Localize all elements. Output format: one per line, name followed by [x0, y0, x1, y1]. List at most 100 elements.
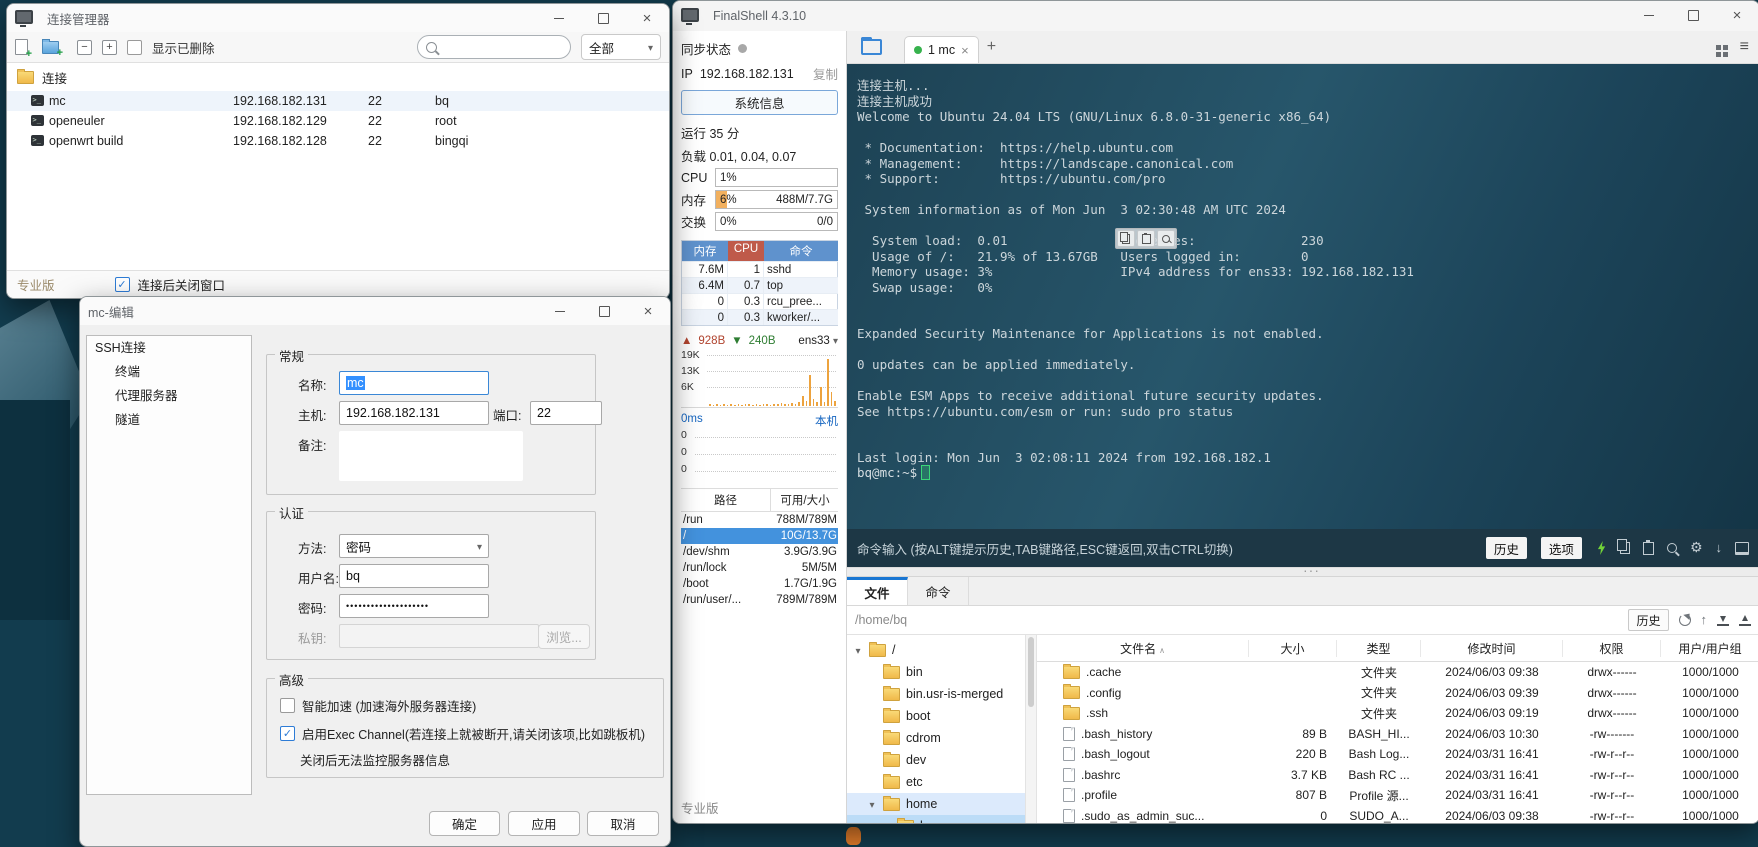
tree-item-bq[interactable]: bq: [847, 815, 1025, 823]
show-deleted-checkbox[interactable]: [127, 40, 142, 55]
smart-accel-checkbox[interactable]: [280, 698, 295, 713]
disk-row[interactable]: /dev/shm3.9G/3.9G: [681, 544, 838, 560]
process-table[interactable]: 内存CPU命令7.6M1sshd6.4M0.7top00.3rcu_pree..…: [681, 240, 838, 326]
file-column-header-2[interactable]: 类型: [1337, 640, 1421, 657]
collapse-all-icon[interactable]: [77, 40, 92, 55]
process-row[interactable]: 00.3kworker/...: [682, 309, 837, 325]
paste-icon[interactable]: [1643, 542, 1654, 555]
copy-icon[interactable]: [1117, 230, 1135, 247]
file-column-header-1[interactable]: 大小: [1249, 640, 1337, 657]
file-column-header-4[interactable]: 权限: [1563, 640, 1661, 657]
refresh-icon[interactable]: [1679, 614, 1691, 626]
settings-nav-item[interactable]: SSH连接: [87, 336, 251, 360]
path-history-button[interactable]: 历史: [1628, 609, 1668, 631]
settings-nav-item[interactable]: 隧道: [87, 408, 251, 432]
disk-row[interactable]: /10G/13.7G: [681, 528, 838, 544]
file-row[interactable]: .profile807 BProfile 源...2024/03/31 16:4…: [1037, 785, 1758, 806]
disk-row[interactable]: /run/user/...789M/789M: [681, 592, 838, 608]
fullscreen-icon[interactable]: [1735, 542, 1749, 555]
tree-item-dev[interactable]: dev: [847, 749, 1025, 771]
tab-close-icon[interactable]: ×: [961, 43, 969, 58]
process-row[interactable]: 00.3rcu_pree...: [682, 293, 837, 309]
apply-button[interactable]: 应用: [508, 811, 580, 836]
new-tab-button[interactable]: +: [987, 38, 996, 56]
file-column-header-3[interactable]: 修改时间: [1421, 640, 1563, 657]
connection-row[interactable]: mc192.168.182.13122bq: [7, 91, 669, 111]
host-field[interactable]: 192.168.182.131: [339, 401, 489, 425]
cm-titlebar[interactable]: 连接管理器: [7, 4, 669, 32]
parent-dir-icon[interactable]: [1701, 611, 1708, 629]
file-row[interactable]: .bash_history89 BBASH_HI...2024/06/03 10…: [1037, 724, 1758, 745]
new-connection-icon[interactable]: [15, 39, 28, 55]
ping-target[interactable]: 本机: [815, 413, 838, 429]
maximize-button[interactable]: [581, 4, 625, 32]
tree-root-folder[interactable]: 连接: [7, 63, 669, 91]
open-folder-icon[interactable]: [861, 39, 882, 55]
copy-ip-link[interactable]: 复制: [813, 64, 838, 83]
disk-row[interactable]: /boot1.7G/1.9G: [681, 576, 838, 592]
process-header-0[interactable]: 内存: [682, 241, 728, 261]
memo-field[interactable]: [339, 431, 523, 481]
options-button[interactable]: 选项: [1541, 537, 1582, 559]
gear-icon[interactable]: [1690, 539, 1703, 557]
copy-icon[interactable]: [1620, 542, 1630, 554]
command-input-placeholder[interactable]: 命令输入 (按ALT键提示历史,TAB键路径,ESC键返回,双击CTRL切换): [857, 539, 1233, 558]
download-file-icon[interactable]: [1717, 614, 1729, 626]
file-row[interactable]: .bashrc3.7 KBBash RC ...2024/03/31 16:41…: [1037, 765, 1758, 786]
tree-scrollbar[interactable]: [1026, 635, 1037, 823]
tab-1-mc[interactable]: 1 mc ×: [904, 36, 979, 63]
tree-item--[interactable]: /: [847, 639, 1025, 661]
layout-grid-icon[interactable]: [1716, 45, 1721, 50]
port-field[interactable]: 22: [530, 401, 602, 425]
username-field[interactable]: bq: [339, 564, 489, 588]
tree-item-boot[interactable]: boot: [847, 705, 1025, 727]
maximize-button[interactable]: [582, 297, 626, 325]
disk-row[interactable]: /run/lock5M/5M: [681, 560, 838, 576]
disk-row[interactable]: /run788M/789M: [681, 512, 838, 528]
paste-icon[interactable]: [1137, 230, 1155, 247]
filter-select[interactable]: 全部: [581, 34, 661, 60]
connection-row[interactable]: openwrt build192.168.182.12822bingqi: [7, 131, 669, 151]
interface-select[interactable]: ens33: [798, 335, 838, 347]
process-row[interactable]: 6.4M0.7top: [682, 277, 837, 293]
file-row[interactable]: .ssh文件夹2024/06/03 09:19drwx------1000/10…: [1037, 703, 1758, 724]
main-titlebar[interactable]: FinalShell 4.3.10: [673, 1, 1758, 31]
quick-command-icon[interactable]: [1596, 541, 1607, 555]
connection-row[interactable]: openeuler192.168.182.12922root: [7, 111, 669, 131]
tree-item-home[interactable]: home: [847, 793, 1025, 815]
auth-method-select[interactable]: 密码: [339, 534, 489, 558]
close-after-connect-checkbox[interactable]: [115, 277, 130, 292]
search-input[interactable]: [417, 35, 571, 59]
path-input[interactable]: /home/bq: [855, 613, 907, 627]
close-button[interactable]: [1715, 1, 1758, 29]
search-icon[interactable]: [1157, 230, 1175, 247]
tree-item-bin[interactable]: bin: [847, 661, 1025, 683]
search-icon[interactable]: [1667, 543, 1677, 553]
exec-channel-checkbox[interactable]: [280, 726, 295, 741]
tree-item-bin-usr-is-merged[interactable]: bin.usr-is-merged: [847, 683, 1025, 705]
ok-button[interactable]: 确定: [429, 811, 500, 836]
expand-all-icon[interactable]: [102, 40, 117, 55]
download-icon[interactable]: [1716, 539, 1723, 557]
disk-header-1[interactable]: 可用/大小: [771, 489, 839, 511]
process-header-2[interactable]: 命令: [764, 241, 838, 261]
panel-splitter[interactable]: [847, 567, 1758, 577]
file-row[interactable]: .cache文件夹2024/06/03 09:38drwx------1000/…: [1037, 662, 1758, 683]
tab-files[interactable]: 文件: [847, 577, 908, 605]
minimize-button[interactable]: [537, 4, 581, 32]
tab-commands[interactable]: 命令: [908, 577, 969, 605]
minimize-button[interactable]: [1627, 1, 1671, 29]
file-row[interactable]: .config文件夹2024/06/03 09:39drwx------1000…: [1037, 683, 1758, 704]
cancel-button[interactable]: 取消: [587, 811, 659, 836]
file-column-header-0[interactable]: 文件名: [1037, 640, 1249, 657]
upload-file-icon[interactable]: [1739, 614, 1751, 626]
minimize-button[interactable]: [538, 297, 582, 325]
system-info-button[interactable]: 系统信息: [681, 90, 838, 115]
new-folder-icon[interactable]: [42, 41, 59, 54]
maximize-button[interactable]: [1671, 1, 1715, 29]
disk-header-0[interactable]: 路径: [681, 489, 771, 511]
menu-icon[interactable]: [1740, 38, 1749, 56]
file-row[interactable]: .bash_logout220 BBash Log...2024/03/31 1…: [1037, 744, 1758, 765]
password-field[interactable]: ••••••••••••••••••••: [339, 594, 489, 618]
close-button[interactable]: [625, 4, 669, 32]
